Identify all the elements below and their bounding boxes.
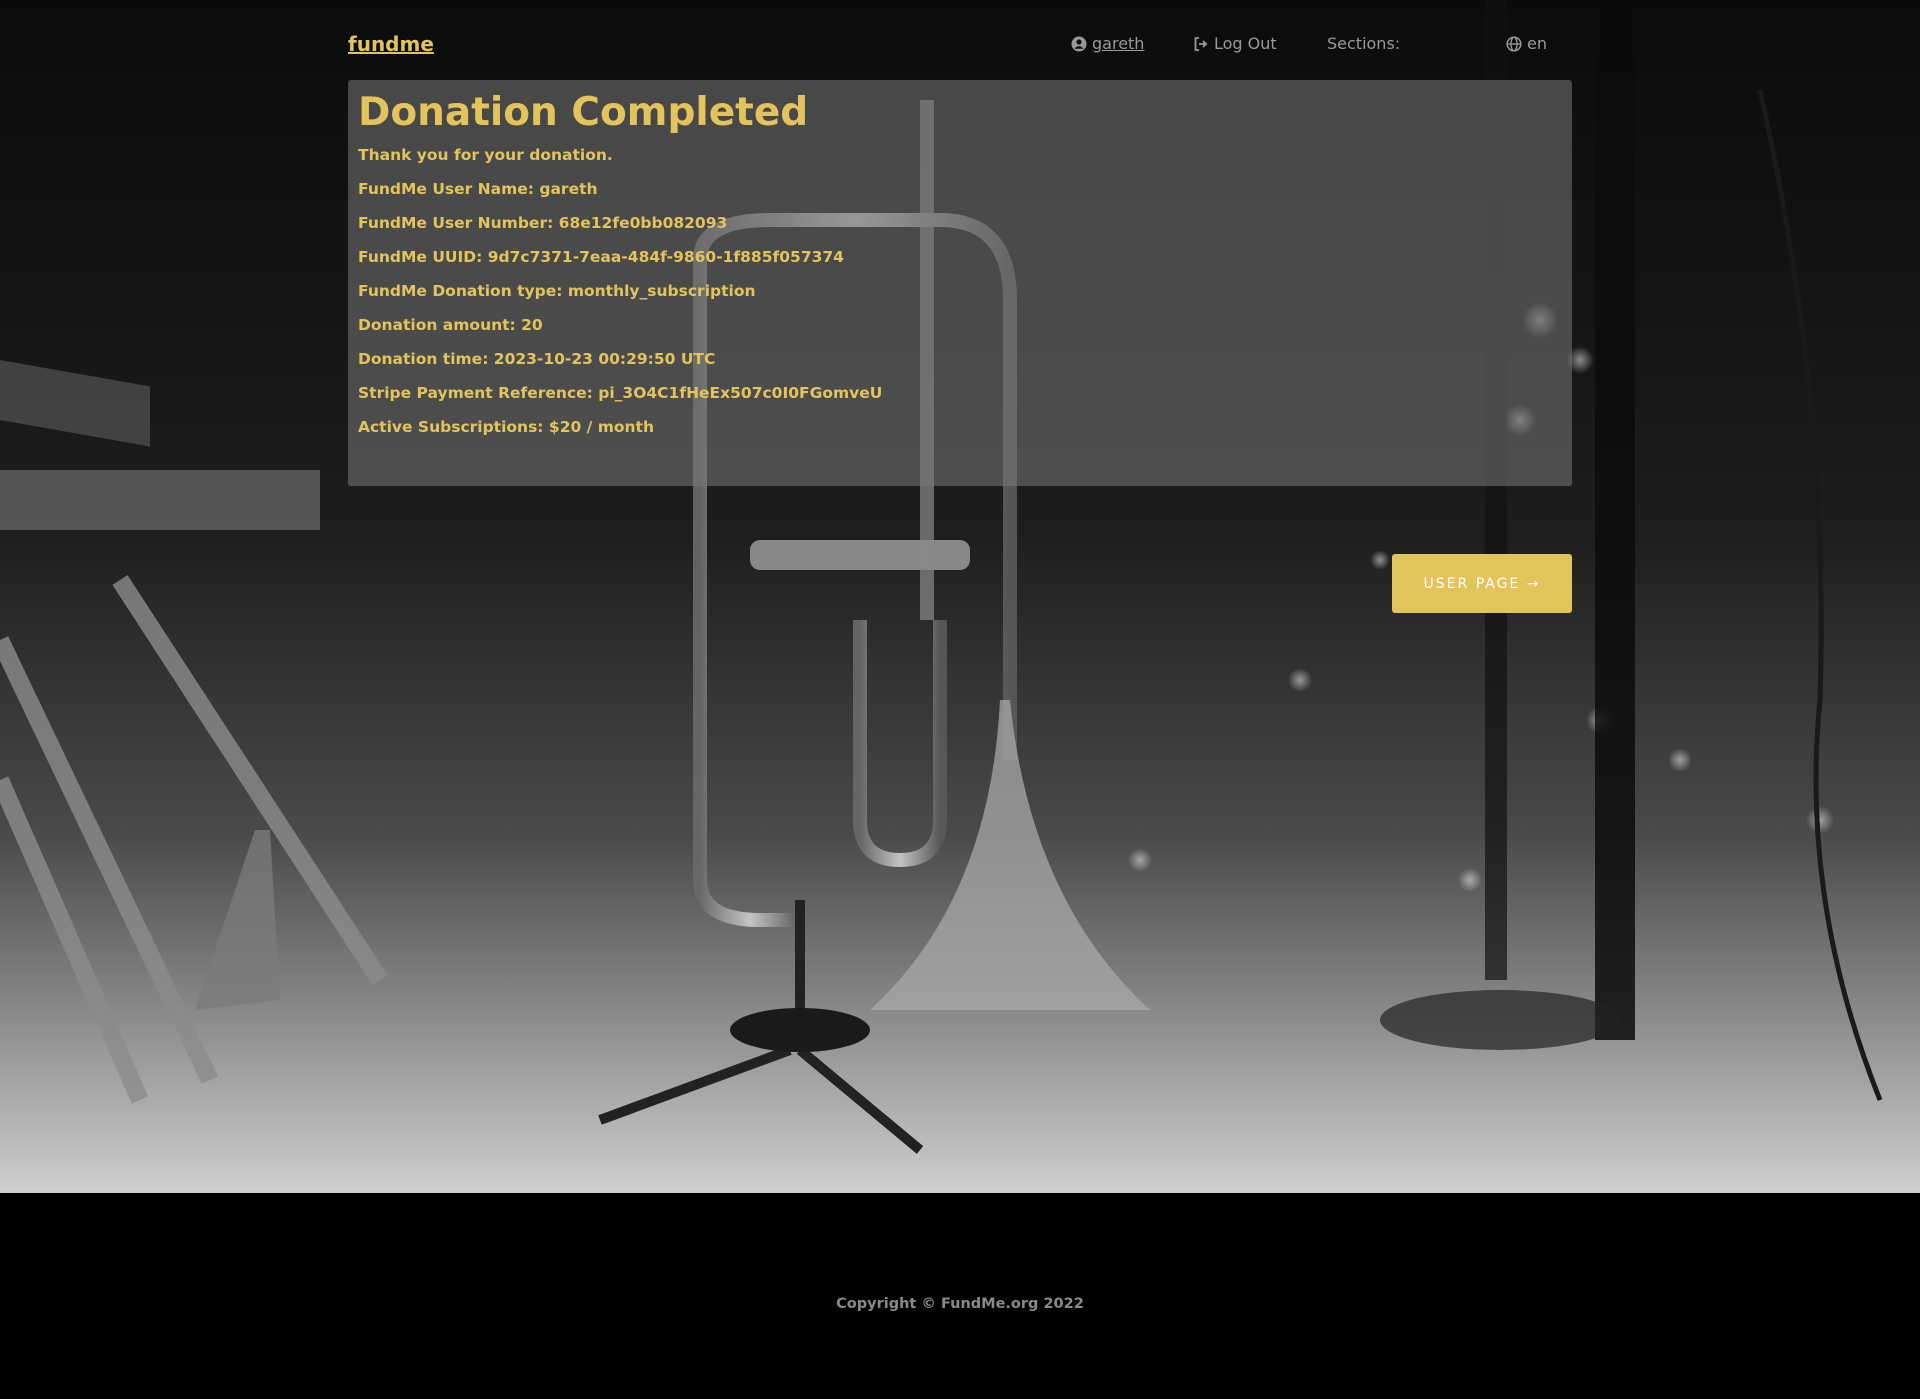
footer: Copyright © FundMe.org 2022 <box>0 1193 1920 1399</box>
nav-user-link[interactable]: gareth <box>1071 34 1144 53</box>
payment-reference-text: Stripe Payment Reference: pi_3O4C1fHeEx5… <box>358 384 883 402</box>
donation-amount-text: Donation amount: 20 <box>358 316 543 334</box>
brand-link[interactable]: fundme <box>348 32 434 56</box>
top-nav: fundme gareth Log Out Sections: en <box>348 30 1572 60</box>
donation-type-text: FundMe Donation type: monthly_subscripti… <box>358 282 756 300</box>
user-circle-icon <box>1071 36 1087 52</box>
page-title: Donation Completed <box>358 90 809 135</box>
thank-you-text: Thank you for your donation. <box>358 146 613 164</box>
copyright-text: Copyright © FundMe.org 2022 <box>836 1296 1084 1312</box>
language-selector[interactable]: en <box>1506 34 1547 53</box>
globe-icon <box>1506 35 1522 52</box>
user-name-text: FundMe User Name: gareth <box>358 180 598 198</box>
user-number-text: FundMe User Number: 68e12fe0bb082093 <box>358 214 728 232</box>
uuid-text: FundMe UUID: 9d7c7371-7eaa-484f-9860-1f8… <box>358 248 844 266</box>
nav-user-label: gareth <box>1092 34 1145 53</box>
logout-label: Log Out <box>1214 34 1277 53</box>
donation-summary-panel: Donation Completed Thank you for your do… <box>348 80 1572 486</box>
active-subscriptions-text: Active Subscriptions: $20 / month <box>358 418 654 436</box>
logout-icon <box>1193 36 1209 52</box>
language-label: en <box>1527 34 1547 53</box>
donation-time-text: Donation time: 2023-10-23 00:29:50 UTC <box>358 350 716 368</box>
logout-link[interactable]: Log Out <box>1193 34 1277 53</box>
user-page-button[interactable]: USER PAGE → <box>1392 554 1572 613</box>
sections-menu[interactable]: Sections: <box>1327 34 1400 53</box>
sections-label: Sections: <box>1327 34 1401 53</box>
